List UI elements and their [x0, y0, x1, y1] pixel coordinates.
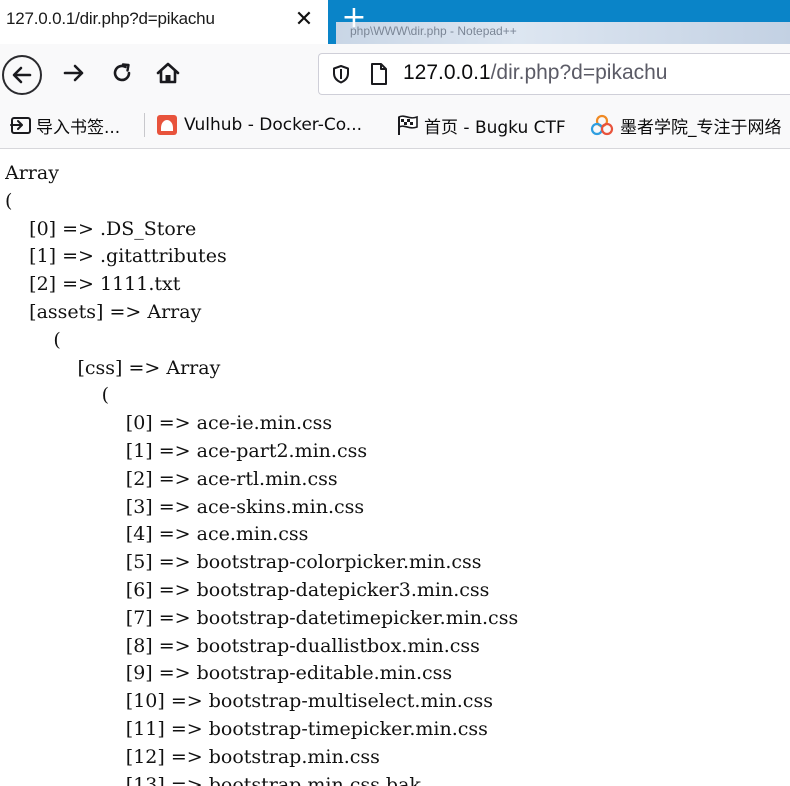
- bookmark-label: 导入书签...: [36, 117, 121, 138]
- page-content: Array ( [0] => .DS_Store [1] => .gitattr…: [5, 160, 790, 786]
- url-path: /dir.php?d=pikachu: [490, 61, 668, 84]
- arrow-right-icon: [63, 64, 84, 82]
- background-window-title: php\WWW\dir.php - Notepad++: [350, 24, 517, 38]
- reload-icon: [113, 63, 131, 82]
- home-button[interactable]: [148, 53, 188, 93]
- background-window: php\WWW\dir.php - Notepad++: [336, 22, 790, 44]
- tab-strip: php\WWW\dir.php - Notepad++ 127.0.0.1/di…: [0, 0, 790, 44]
- output-line: [4] => ace.min.css: [5, 523, 309, 546]
- bookmarks-separator: [144, 113, 145, 137]
- output-line: [10] => bootstrap-multiselect.min.css: [5, 690, 493, 713]
- tab-title: 127.0.0.1/dir.php?d=pikachu: [6, 9, 215, 28]
- page-icon[interactable]: [369, 62, 389, 86]
- output-line: Array: [5, 162, 59, 184]
- output-line: [css] => Array: [5, 356, 221, 379]
- output-line: [8] => bootstrap-duallistbox.min.css: [5, 634, 480, 657]
- bookmark-vulhub[interactable]: Vulhub - Docker-Co...: [156, 113, 362, 137]
- home-icon: [156, 62, 180, 84]
- mozhe-icon: [590, 114, 614, 136]
- output-line: [2] => ace-rtl.min.css: [5, 467, 338, 490]
- bookmark-label: 首页 - Bugku CTF: [424, 117, 566, 138]
- arrow-left-icon: [12, 66, 32, 84]
- reload-button[interactable]: [102, 53, 142, 93]
- bookmark-mozhe[interactable]: 墨者学院_专注于网络: [590, 113, 782, 138]
- output-line: [6] => bootstrap-datepicker3.min.css: [5, 578, 490, 601]
- bookmark-import[interactable]: 导入书签...: [10, 113, 121, 138]
- bookmark-label: 墨者学院_专注于网络: [620, 117, 782, 138]
- bookmark-label: Vulhub - Docker-Co...: [184, 115, 363, 135]
- output-line: [0] => ace-ie.min.css: [5, 412, 333, 435]
- output-line: [3] => ace-skins.min.css: [5, 495, 365, 518]
- import-icon: [10, 117, 31, 134]
- output-line: (: [5, 384, 110, 407]
- nav-bar: 127.0.0.1/dir.php?d=pikachu: [0, 44, 790, 102]
- url-text[interactable]: 127.0.0.1/dir.php?d=pikachu: [403, 61, 667, 85]
- output-line: [11] => bootstrap-timepicker.min.css: [5, 717, 488, 740]
- output-line: [13] => bootstrap.min.css.bak: [5, 773, 421, 786]
- output-line: [2] => 1111.txt: [5, 273, 181, 296]
- address-bar[interactable]: 127.0.0.1/dir.php?d=pikachu: [318, 53, 790, 95]
- output-line: [1] => ace-part2.min.css: [5, 439, 368, 462]
- output-line: [12] => bootstrap.min.css: [5, 745, 380, 768]
- output-line: [assets] => Array: [5, 300, 202, 323]
- tab-active[interactable]: 127.0.0.1/dir.php?d=pikachu ✕: [0, 0, 328, 44]
- bugku-flag-icon: [398, 115, 418, 135]
- bookmark-bugku[interactable]: 首页 - Bugku CTF: [396, 113, 566, 138]
- output-line: [0] => .DS_Store: [5, 217, 197, 240]
- output-line: [9] => bootstrap-editable.min.css: [5, 662, 453, 685]
- forward-button[interactable]: [54, 53, 94, 93]
- back-button[interactable]: [2, 55, 42, 95]
- close-tab-icon[interactable]: ✕: [292, 6, 316, 34]
- output-line: [1] => .gitattributes: [5, 245, 227, 268]
- vulhub-icon: [157, 115, 177, 135]
- output-line: [5] => bootstrap-colorpicker.min.css: [5, 551, 482, 574]
- output-line: (: [5, 189, 13, 212]
- output-line: (: [5, 328, 61, 351]
- url-host: 127.0.0.1: [403, 61, 491, 84]
- output-line: [7] => bootstrap-datetimepicker.min.css: [5, 606, 519, 629]
- bookmarks-toolbar: 导入书签... Vulhub - Docker-Co... 首页 - Bugku…: [0, 102, 790, 149]
- new-tab-button[interactable]: +: [340, 2, 368, 36]
- shield-icon[interactable]: [331, 64, 351, 84]
